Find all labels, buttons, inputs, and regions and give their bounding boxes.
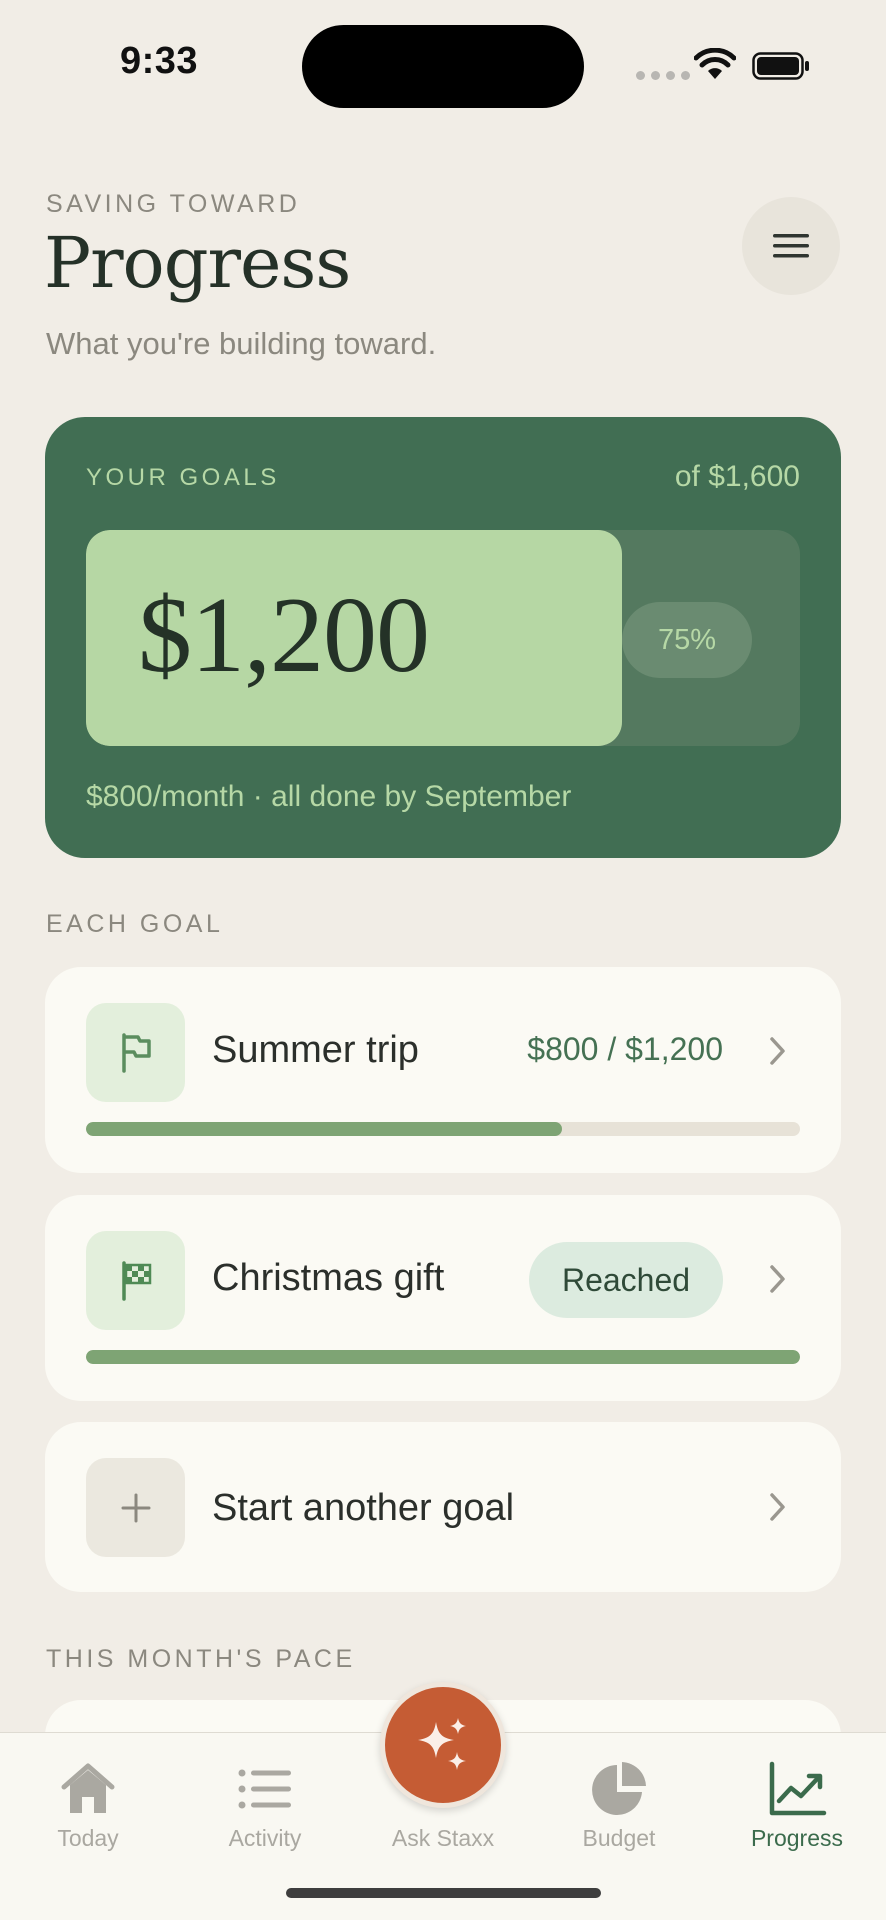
tab-activity[interactable]: Activity — [190, 1745, 340, 1855]
progress-screen: 9:33 SAVING TOWARD Progress What you're … — [0, 0, 886, 1920]
goal-progress-fill — [86, 1122, 563, 1136]
tab-label: Ask Staxx — [391, 1825, 495, 1851]
chevron-right-icon — [770, 1037, 785, 1065]
chevron-right-icon — [770, 1493, 785, 1521]
wifi-icon — [694, 48, 736, 79]
page-title: Progress — [44, 222, 351, 304]
goal-name: Start another goal — [212, 1487, 515, 1529]
section-label-pace: THIS MONTH'S PACE — [46, 1645, 356, 1673]
goal-icon-container — [86, 1458, 185, 1557]
flag-icon — [121, 1032, 151, 1073]
plus-icon — [121, 1493, 150, 1522]
tab-label: Activity — [228, 1825, 302, 1851]
goal-card-summer-trip[interactable]: Summer trip $800 / $1,200 — [45, 967, 841, 1173]
goals-percent-badge: 75% — [622, 602, 752, 678]
tab-label: Progress — [750, 1825, 844, 1851]
goal-card-christmas-gift[interactable]: Christmas gift Reached — [45, 1195, 841, 1401]
sparkle-icon — [418, 1718, 466, 1770]
ask-staxx-button[interactable] — [380, 1682, 506, 1808]
goals-summary-note: $800/month · all done by September — [86, 780, 572, 813]
goals-summary-card: YOUR GOALS of $1,600 $1,200 75% $800/mon… — [45, 417, 841, 858]
pie-chart-icon — [592, 1762, 646, 1815]
goals-summary-label: YOUR GOALS — [86, 464, 280, 491]
chevron-right-icon — [770, 1265, 785, 1293]
goal-progress-fill — [86, 1350, 800, 1364]
home-icon — [61, 1763, 115, 1813]
list-icon — [238, 1769, 291, 1809]
section-label-each-goal: EACH GOAL — [46, 910, 224, 938]
cellular-signal-icon — [636, 71, 690, 80]
goal-icon-container — [86, 1003, 185, 1102]
goal-icon-container — [86, 1231, 185, 1330]
goal-name: Summer trip — [212, 1029, 419, 1071]
battery-icon — [752, 52, 809, 80]
tab-today[interactable]: Today — [13, 1745, 163, 1855]
checkered-flag-icon — [121, 1260, 151, 1301]
goal-progress-track — [86, 1350, 800, 1364]
hamburger-icon — [773, 234, 809, 258]
tab-progress[interactable]: Progress — [722, 1745, 872, 1855]
home-indicator — [286, 1888, 601, 1898]
goal-amount: $800 / $1,200 — [527, 1031, 723, 1067]
page-subtitle: What you're building toward. — [46, 326, 437, 361]
start-another-goal-button[interactable]: Start another goal — [45, 1422, 841, 1592]
trend-chart-icon — [769, 1761, 827, 1816]
status-time: 9:33 — [120, 40, 199, 82]
tab-label: Today — [57, 1825, 119, 1851]
goals-saved-amount: $1,200 — [138, 576, 430, 695]
goal-progress-track — [86, 1122, 800, 1136]
goal-reached-badge: Reached — [529, 1242, 723, 1318]
tab-label: Budget — [582, 1825, 656, 1851]
goals-progress-track: $1,200 75% — [86, 530, 800, 746]
goals-summary-total: of $1,600 — [674, 460, 800, 493]
page-eyebrow: SAVING TOWARD — [46, 190, 301, 218]
tab-budget[interactable]: Budget — [544, 1745, 694, 1855]
menu-button[interactable] — [742, 197, 840, 295]
dynamic-island — [302, 25, 584, 108]
goal-name: Christmas gift — [212, 1257, 445, 1299]
